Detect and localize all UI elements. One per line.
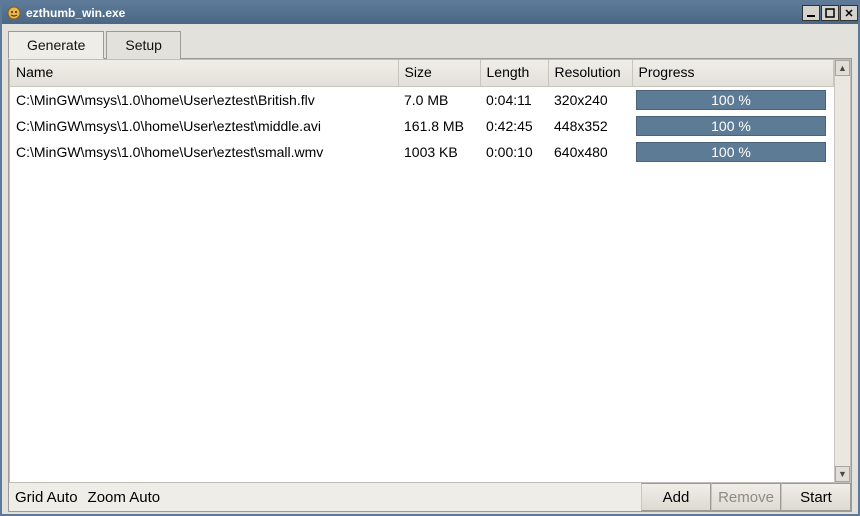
cell-resolution: 640x480 bbox=[548, 139, 632, 165]
client-area: Generate Setup bbox=[2, 24, 858, 514]
status-text: Grid Auto Zoom Auto bbox=[9, 483, 641, 511]
cell-progress: 100 % bbox=[632, 113, 834, 139]
scroll-up-icon[interactable]: ▲ bbox=[835, 60, 850, 76]
cell-length: 0:42:45 bbox=[480, 113, 548, 139]
status-zoom: Zoom Auto bbox=[88, 489, 161, 506]
col-name[interactable]: Name bbox=[10, 60, 398, 87]
app-icon bbox=[6, 5, 22, 21]
table-row[interactable]: C:\MinGW\msys\1.0\home\User\eztest\middl… bbox=[10, 113, 834, 139]
remove-button[interactable]: Remove bbox=[711, 483, 781, 511]
tab-generate[interactable]: Generate bbox=[8, 31, 104, 59]
progress-bar: 100 % bbox=[636, 116, 826, 136]
app-window: ezthumb_win.exe Generate Setup bbox=[0, 0, 860, 516]
vertical-scrollbar[interactable]: ▲ ▼ bbox=[834, 60, 850, 482]
tab-setup[interactable]: Setup bbox=[106, 31, 181, 59]
window-title: ezthumb_win.exe bbox=[26, 6, 801, 20]
cell-size: 7.0 MB bbox=[398, 87, 480, 114]
col-size[interactable]: Size bbox=[398, 60, 480, 87]
cell-length: 0:04:11 bbox=[480, 87, 548, 114]
col-resolution[interactable]: Resolution bbox=[548, 60, 632, 87]
titlebar[interactable]: ezthumb_win.exe bbox=[2, 2, 858, 24]
table-row[interactable]: C:\MinGW\msys\1.0\home\User\eztest\Briti… bbox=[10, 87, 834, 114]
status-grid: Grid Auto bbox=[15, 489, 78, 506]
start-button[interactable]: Start bbox=[781, 483, 851, 511]
progress-bar: 100 % bbox=[636, 90, 826, 110]
file-list: Name Size Length Resolution Progress C:\… bbox=[9, 59, 851, 483]
tab-panel: Name Size Length Resolution Progress C:\… bbox=[8, 58, 852, 512]
cell-progress: 100 % bbox=[632, 87, 834, 114]
tabs: Generate Setup bbox=[8, 30, 852, 58]
cell-name: C:\MinGW\msys\1.0\home\User\eztest\small… bbox=[10, 139, 398, 165]
minimize-button[interactable] bbox=[802, 5, 820, 21]
maximize-button[interactable] bbox=[821, 5, 839, 21]
cell-size: 161.8 MB bbox=[398, 113, 480, 139]
add-button[interactable]: Add bbox=[641, 483, 711, 511]
cell-name: C:\MinGW\msys\1.0\home\User\eztest\middl… bbox=[10, 113, 398, 139]
cell-progress: 100 % bbox=[632, 139, 834, 165]
cell-length: 0:00:10 bbox=[480, 139, 548, 165]
cell-name: C:\MinGW\msys\1.0\home\User\eztest\Briti… bbox=[10, 87, 398, 114]
scroll-track[interactable] bbox=[835, 76, 850, 466]
status-bar: Grid Auto Zoom Auto Add Remove Start bbox=[9, 483, 851, 511]
cell-size: 1003 KB bbox=[398, 139, 480, 165]
file-list-view[interactable]: Name Size Length Resolution Progress C:\… bbox=[10, 60, 834, 482]
col-progress[interactable]: Progress bbox=[632, 60, 834, 87]
cell-resolution: 320x240 bbox=[548, 87, 632, 114]
table-row[interactable]: C:\MinGW\msys\1.0\home\User\eztest\small… bbox=[10, 139, 834, 165]
col-length[interactable]: Length bbox=[480, 60, 548, 87]
table-header-row: Name Size Length Resolution Progress bbox=[10, 60, 834, 87]
progress-bar: 100 % bbox=[636, 142, 826, 162]
close-button[interactable] bbox=[840, 5, 858, 21]
scroll-down-icon[interactable]: ▼ bbox=[835, 466, 850, 482]
window-controls bbox=[801, 5, 858, 21]
button-row: Add Remove Start bbox=[641, 483, 851, 511]
cell-resolution: 448x352 bbox=[548, 113, 632, 139]
